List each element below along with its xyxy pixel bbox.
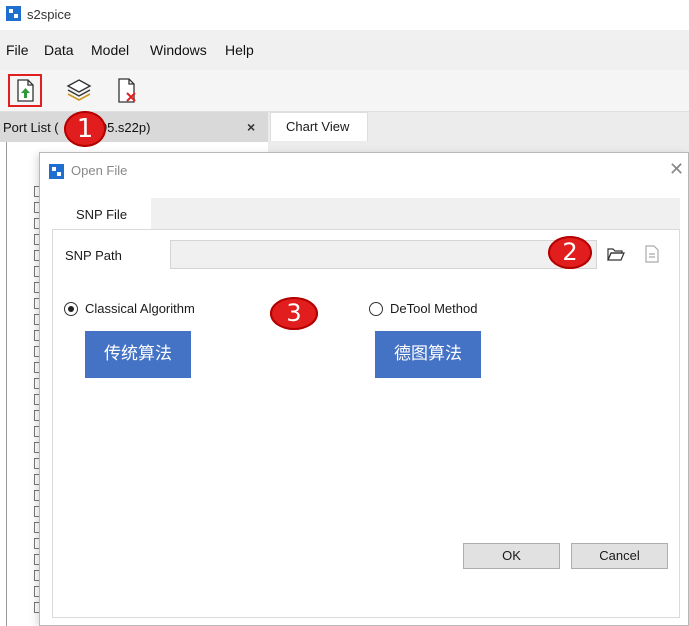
title-bar: s2spice xyxy=(0,0,689,30)
radio-classical-algorithm[interactable] xyxy=(64,302,78,316)
snp-path-label: SNP Path xyxy=(65,248,122,263)
port-list-header: Port List (005.s22p) × xyxy=(0,112,268,142)
menu-help[interactable]: Help xyxy=(225,42,254,58)
step-badge-2: 2 xyxy=(548,236,592,269)
radio-detool-label[interactable]: DeTool Method xyxy=(390,301,477,316)
file-close-icon xyxy=(118,78,136,103)
step-badge-1: 1 xyxy=(64,111,106,147)
snp-tab-pane: SNP Path Classical Algorithm DeTool Meth… xyxy=(52,229,680,618)
view-file-button[interactable] xyxy=(642,244,662,264)
layers-button[interactable] xyxy=(62,74,96,107)
tab-chart-view[interactable]: Chart View xyxy=(270,112,368,141)
tab-chart-view-label: Chart View xyxy=(286,119,350,134)
toolbar xyxy=(0,70,689,112)
menu-data[interactable]: Data xyxy=(44,42,74,58)
layers-icon xyxy=(66,79,92,101)
folder-open-icon xyxy=(607,248,625,261)
open-file-dialog: Open File ✕ SNP File SNP Path Classical … xyxy=(39,152,689,626)
document-icon xyxy=(645,245,659,263)
dialog-title: Open File xyxy=(71,163,128,178)
browse-folder-button[interactable] xyxy=(606,244,626,264)
menu-file[interactable]: File xyxy=(6,42,29,58)
snp-path-input[interactable] xyxy=(170,240,597,269)
step-badge-3: 3 xyxy=(270,297,318,330)
detool-method-cn-label: 德图算法 xyxy=(375,331,481,378)
window-title: s2spice xyxy=(27,7,72,22)
open-file-button[interactable] xyxy=(8,74,42,107)
cancel-button[interactable]: Cancel xyxy=(571,543,668,569)
app-logo-icon xyxy=(6,6,21,21)
port-list-close-button[interactable]: × xyxy=(247,119,255,135)
ok-button[interactable]: OK xyxy=(463,543,560,569)
menu-bar: File Data Model Windows Help xyxy=(0,30,689,70)
tab-snp-file[interactable]: SNP File xyxy=(52,198,151,229)
radio-detool-method[interactable] xyxy=(369,302,383,316)
dialog-app-icon xyxy=(49,164,64,179)
menu-windows[interactable]: Windows xyxy=(150,42,207,58)
radio-classical-label[interactable]: Classical Algorithm xyxy=(85,301,195,316)
close-file-button[interactable] xyxy=(111,74,145,107)
file-import-icon xyxy=(17,79,34,102)
dialog-close-button[interactable]: ✕ xyxy=(669,159,684,180)
menu-model[interactable]: Model xyxy=(91,42,129,58)
tab-snp-file-label: SNP File xyxy=(76,207,128,222)
classical-algorithm-cn-label: 传统算法 xyxy=(85,331,191,378)
